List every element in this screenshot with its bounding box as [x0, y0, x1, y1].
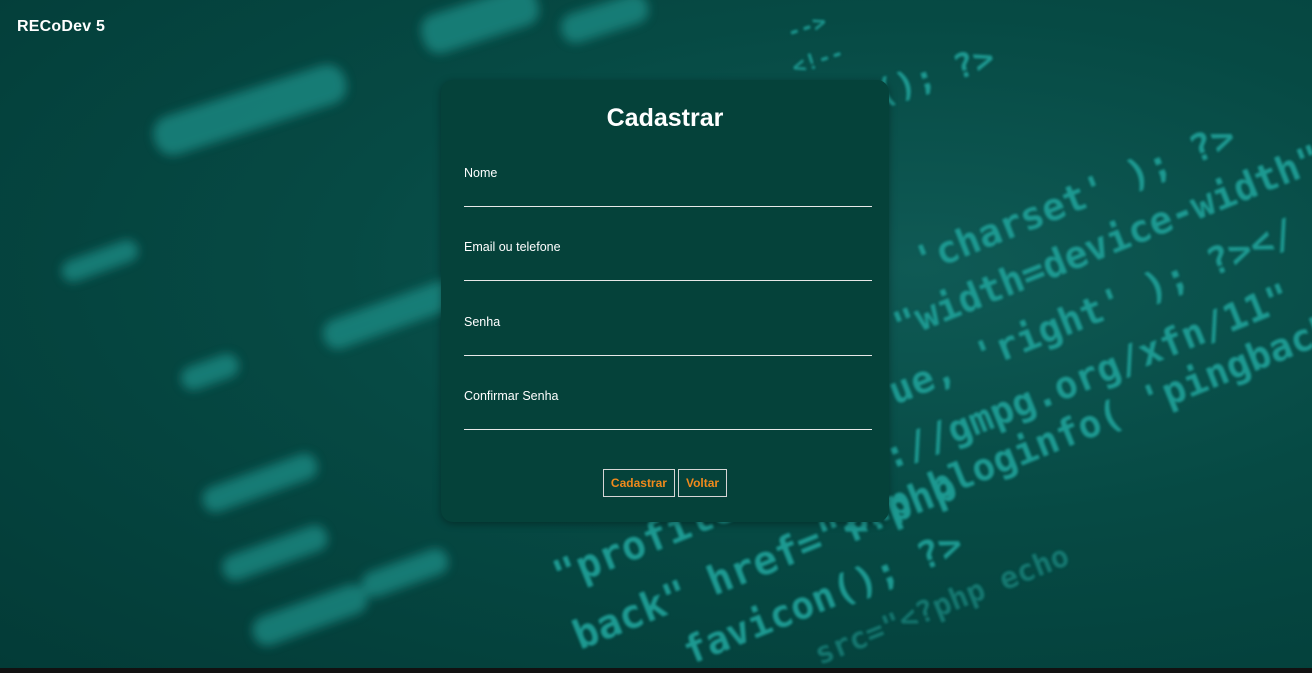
- svg-text:(); ?>: (); ?>: [870, 38, 999, 114]
- name-label: Nome: [464, 166, 498, 180]
- name-field: Nome: [464, 166, 872, 207]
- svg-text:<!--: <!--: [789, 41, 847, 81]
- password-field: Senha: [464, 315, 872, 356]
- email-field: Email ou telefone: [464, 240, 872, 281]
- submit-button[interactable]: Cadastrar: [602, 469, 675, 497]
- email-input[interactable]: [464, 262, 872, 281]
- brand-title: RECoDev 5: [17, 18, 106, 35]
- confirm-password-field: Confirmar Senha: [464, 389, 872, 430]
- bottom-bar: [0, 668, 1312, 673]
- page: --> <!-- (); ?> 'charset' ); ?> "width=d…: [0, 0, 1312, 668]
- password-label: Senha: [464, 315, 501, 329]
- register-card: Cadastrar Nome Email ou telefone Senha C…: [441, 80, 889, 522]
- back-button[interactable]: Voltar: [677, 469, 728, 497]
- confirm-password-input[interactable]: [464, 411, 872, 430]
- confirm-password-label: Confirmar Senha: [464, 389, 559, 403]
- form-actions: Cadastrar Voltar: [441, 469, 889, 497]
- password-input[interactable]: [464, 337, 872, 356]
- svg-text:-->: -->: [784, 10, 830, 46]
- form-title: Cadastrar: [606, 104, 724, 132]
- email-label: Email ou telefone: [464, 240, 561, 254]
- name-input[interactable]: [464, 188, 872, 207]
